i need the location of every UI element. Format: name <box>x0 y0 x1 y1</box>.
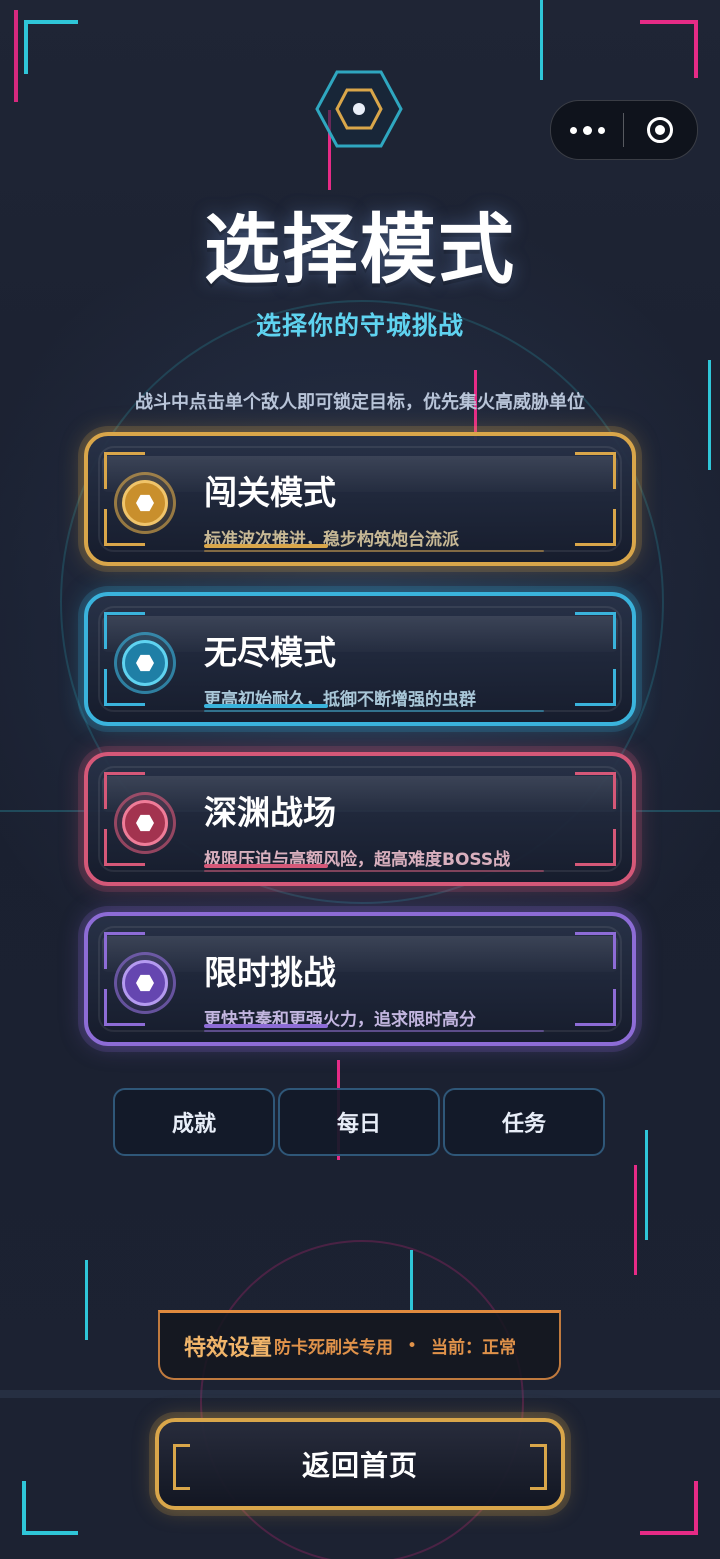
bg-neon-line <box>540 0 543 80</box>
mode-accent-bar <box>204 1024 328 1028</box>
gem-orb-icon <box>114 792 176 854</box>
daily-button[interactable]: 每日 <box>278 1088 440 1156</box>
gem-orb-icon <box>114 632 176 694</box>
bg-neon-line <box>645 1130 648 1240</box>
effects-settings-button[interactable]: 特效设置 防卡死刷关专用 • 当前：正常 <box>158 1310 561 1380</box>
frame-corner-top-right <box>640 20 698 78</box>
page-subtitle: 选择你的守城挑战 <box>255 311 464 340</box>
mode-accent-line <box>204 550 544 552</box>
mode-accent-line <box>204 870 544 872</box>
mode-accent-bar <box>204 704 328 708</box>
frame-corner-bottom-right <box>640 1481 698 1535</box>
mode-card-endless[interactable]: 无尽模式 更高初始耐久，抵御不断增强的虫群 <box>84 592 636 726</box>
page-title: 选择模式 <box>204 205 516 294</box>
mode-card-abyss[interactable]: 深渊战场 极限压迫与高额风险，超高难度BOSS战 <box>84 752 636 886</box>
frame-line-left <box>14 10 18 102</box>
mode-title: 深渊战场 <box>204 793 336 832</box>
mode-title: 限时挑战 <box>204 953 336 992</box>
back-home-label: 返回首页 <box>301 1449 418 1482</box>
bg-neon-line <box>85 1260 88 1340</box>
mode-title: 闯关模式 <box>204 473 336 512</box>
more-dots-icon[interactable] <box>551 101 623 159</box>
bg-ring-bottom <box>200 1240 524 1559</box>
mode-accent-line <box>204 1030 544 1032</box>
back-home-button[interactable]: 返回首页 <box>155 1418 565 1510</box>
hex-emblem-icon <box>315 70 403 148</box>
bg-neon-line <box>708 360 711 470</box>
mode-title: 无尽模式 <box>204 633 336 672</box>
tasks-button[interactable]: 任务 <box>443 1088 605 1156</box>
mode-accent-line <box>204 710 544 712</box>
bg-neon-line <box>410 1250 413 1310</box>
frame-corner-top-left <box>24 20 78 74</box>
mode-card-timed[interactable]: 限时挑战 更快节奏和更强火力，追求限时高分 <box>84 912 636 1046</box>
mode-accent-bar <box>204 864 328 868</box>
target-close-icon[interactable] <box>624 101 696 159</box>
mini-program-capsule <box>550 100 698 160</box>
frame-corner-bottom-left <box>22 1481 78 1535</box>
effects-description: 防卡死刷关专用 <box>274 1338 394 1358</box>
gem-orb-icon <box>114 472 176 534</box>
effects-current-value: 当前：正常 <box>431 1338 517 1358</box>
achievements-button[interactable]: 成就 <box>113 1088 275 1156</box>
effects-separator: • <box>407 1335 418 1356</box>
gem-orb-icon <box>114 952 176 1014</box>
mode-card-campaign[interactable]: 闯关模式 标准波次推进，稳步构筑炮台流派 <box>84 432 636 566</box>
bg-neon-line <box>634 1165 637 1275</box>
effects-title: 特效设置 <box>184 1335 273 1361</box>
gameplay-hint: 战斗中点击单个敌人即可锁定目标，优先集火高威胁单位 <box>135 392 585 413</box>
mode-select-screen: 选择模式 选择你的守城挑战 战斗中点击单个敌人即可锁定目标，优先集火高威胁单位 … <box>0 0 720 1559</box>
bg-scanline <box>0 1390 720 1398</box>
mode-accent-bar <box>204 544 328 548</box>
